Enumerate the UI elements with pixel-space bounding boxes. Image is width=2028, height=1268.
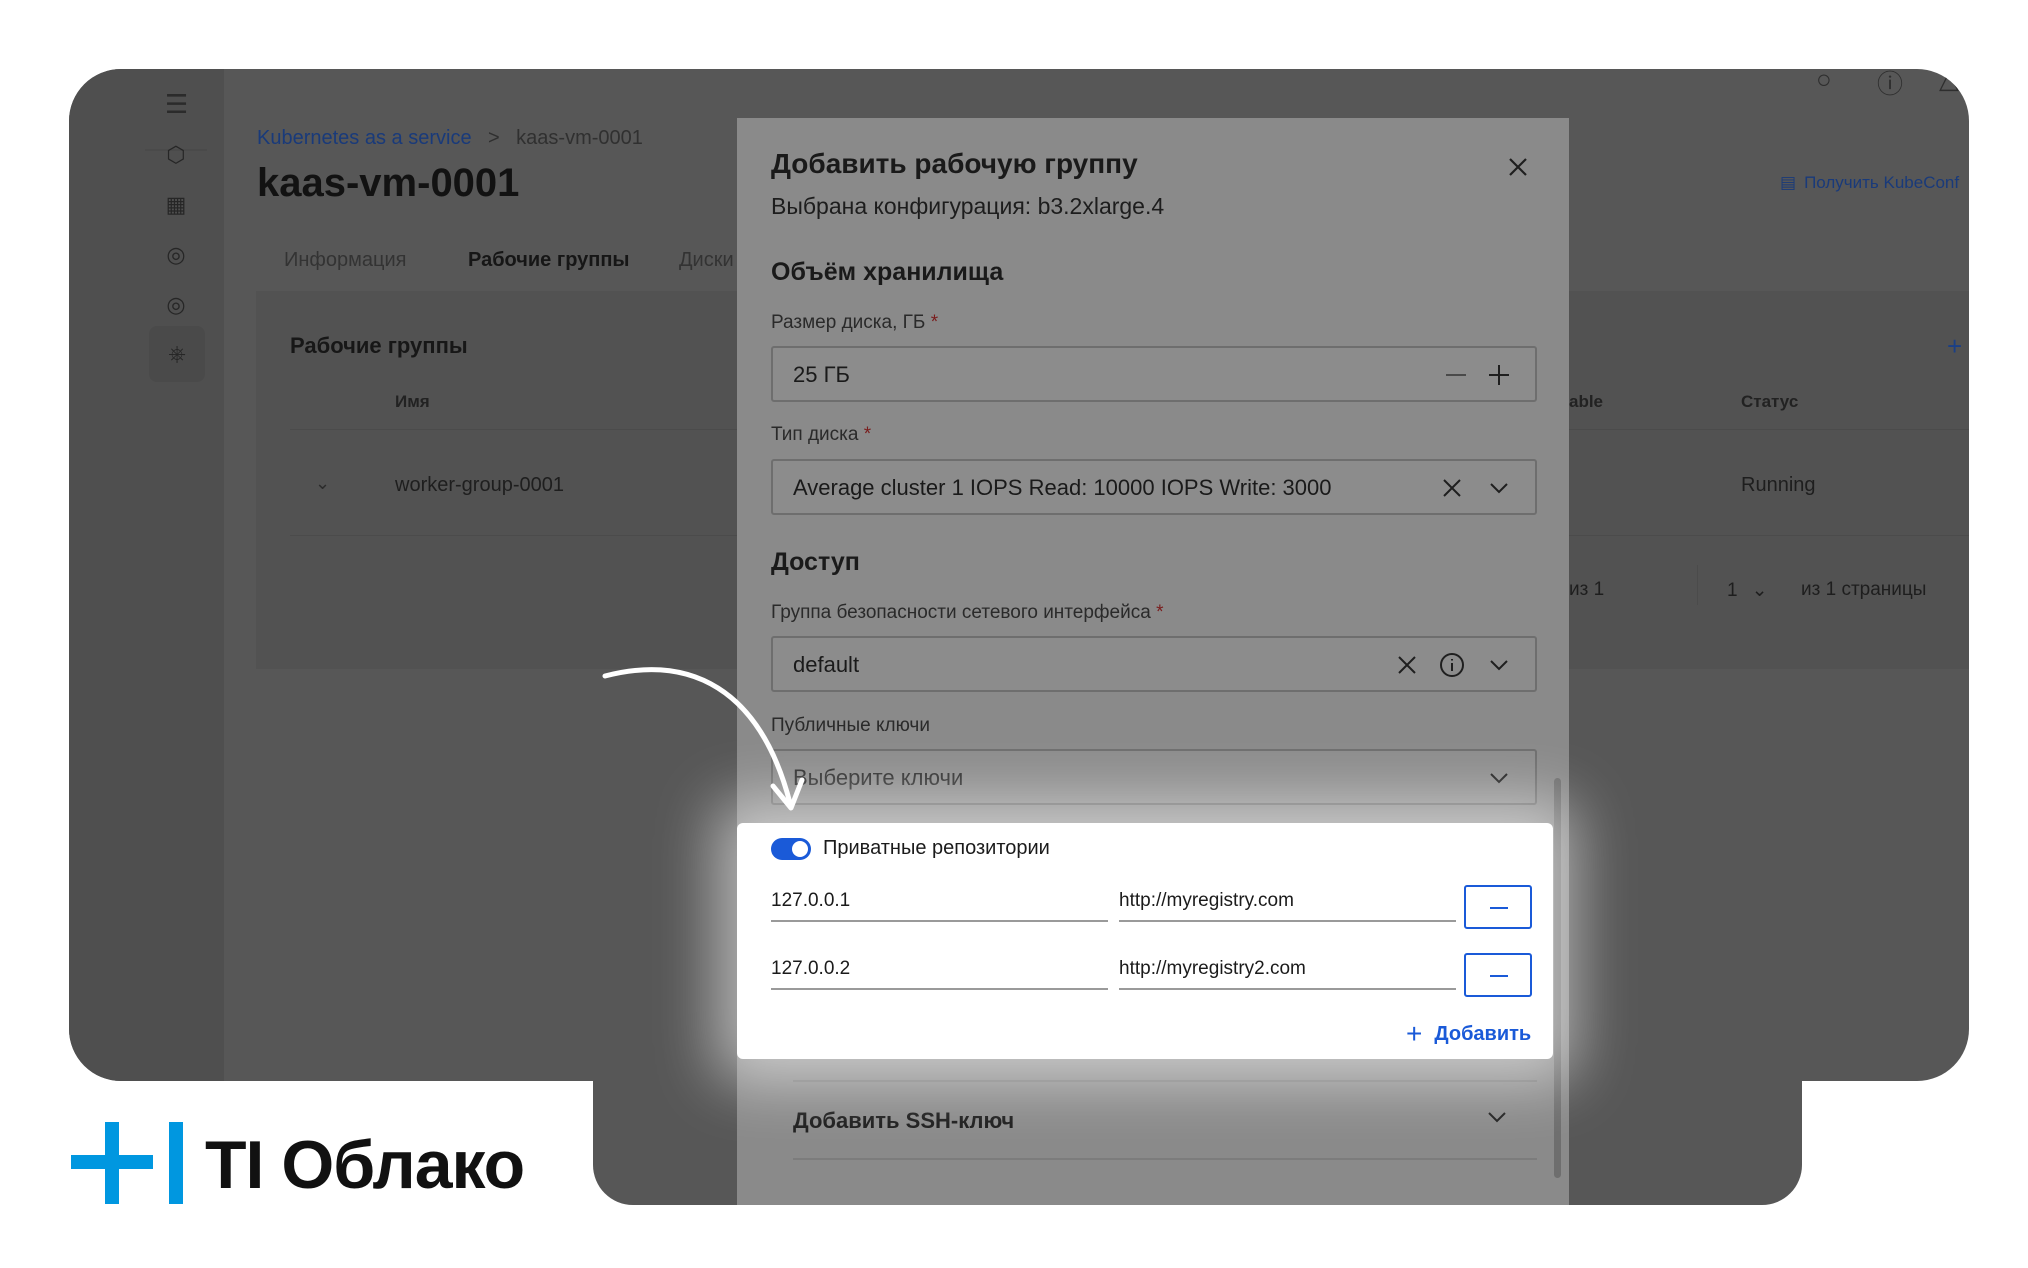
info-icon[interactable] [1437,650,1467,680]
divider [793,1158,1537,1160]
disk-size-value: 25 ГБ [793,362,850,387]
chevron-down-icon[interactable] [1484,763,1514,793]
notifications-icon[interactable]: △ [1939,69,1959,95]
settings-icon[interactable]: ◎ [163,292,189,318]
expand-row-icon[interactable]: ⌄ [315,473,330,494]
public-keys-select[interactable]: Выберите ключи [771,749,1537,805]
brand-logo-icon [71,1122,183,1204]
repo-url-input[interactable]: http://myregistry.com [1119,886,1456,922]
page-title: kaas-vm-0001 [257,161,520,205]
row-status: Running [1741,474,1816,496]
clear-icon[interactable] [1392,650,1422,680]
breadcrumb-current: kaas-vm-0001 [516,127,643,149]
row-name: worker-group-0001 [395,474,564,496]
column-status: Статус [1741,392,1799,411]
toggle-knob [792,841,808,857]
tab-disks[interactable]: Диски [679,249,734,272]
document-icon: ▤ [1780,173,1797,192]
chevron-down-icon[interactable] [1484,650,1514,680]
pagination-page-select[interactable]: 1 ⌄ [1727,579,1768,602]
search-icon[interactable]: ○ [1816,69,1832,95]
repo-ip-input[interactable]: 127.0.0.2 [771,954,1108,990]
network-icon[interactable]: ◎ [163,242,189,268]
add-workgroup-icon[interactable]: + [1947,331,1962,362]
disk-type-value: Average cluster 1 IOPS Read: 10000 IOPS … [793,475,1332,500]
close-icon[interactable] [1503,152,1533,182]
workgroups-title: Рабочие группы [290,333,468,358]
scrollbar[interactable] [1554,778,1561,1178]
remove-repo-button[interactable] [1464,953,1532,997]
column-name: Имя [395,392,430,411]
private-repos-card: Приватные репозитории 127.0.0.1 http://m… [737,823,1553,1059]
callout-arrow-icon [602,667,805,811]
pagination-page: 1 [1727,580,1738,601]
decrement-icon[interactable] [1441,360,1471,390]
private-repos-toggle[interactable] [771,838,811,860]
breadcrumb-root[interactable]: Kubernetes as a service [257,127,472,149]
kubernetes-icon[interactable]: ⎈ [149,326,205,382]
ssh-key-expander[interactable]: Добавить SSH-ключ [793,1108,1014,1134]
menu-icon[interactable]: ☰ [165,89,188,120]
divider [793,1080,1537,1082]
server-icon[interactable]: ▦ [163,192,189,218]
add-repo-label: Добавить [1434,1023,1532,1045]
chevron-down-icon[interactable] [1484,473,1514,503]
security-group-select[interactable]: default [771,636,1537,692]
breadcrumb-separator: > [488,127,500,149]
increment-icon[interactable] [1484,360,1514,390]
disk-type-label: Тип диска * [771,424,872,445]
column-scalable: able [1569,392,1604,411]
info-icon[interactable]: ⓘ [1877,69,1903,101]
get-kubeconfig-link[interactable]: ▤ Получить KubeConf [1780,173,1959,193]
pagination-of-pages: из 1 страницы [1801,579,1927,600]
kubeconfig-label: Получить KubeConf [1804,173,1960,192]
access-heading: Доступ [771,548,860,576]
tab-info[interactable]: Информация [284,249,406,272]
remove-repo-button[interactable] [1464,885,1532,929]
modal-subtitle: Выбрана конфигурация: b3.2xlarge.4 [771,193,1165,219]
brand-name: TI Облако [205,1127,525,1203]
app-sidebar: ☰ ⬡ ▦ ◎ ◎ ⎈ [69,69,224,1081]
chevron-down-icon[interactable] [1482,1102,1512,1132]
disk-size-stepper[interactable]: 25 ГБ [771,346,1537,402]
public-keys-placeholder: Выберите ключи [793,765,964,790]
breadcrumb: Kubernetes as a service > kaas-vm-0001 [257,127,643,150]
modal-title: Добавить рабочую группу [771,148,1138,179]
storage-heading: Объём хранилища [771,258,1004,286]
disk-size-label: Размер диска, ГБ * [771,312,939,333]
corner-card [1802,1081,2028,1268]
pagination-divider [1697,565,1698,605]
add-repo-button[interactable]: + Добавить [1406,1018,1532,1049]
screenshot-stage: ☰ ⬡ ▦ ◎ ◎ ⎈ ○ ⓘ △ Kubernetes as a servic… [0,0,2028,1268]
repo-ip-input[interactable]: 127.0.0.1 [771,886,1108,922]
repo-url-input[interactable]: http://myregistry2.com [1119,954,1456,990]
private-repos-label: Приватные репозитории [823,837,1050,859]
clear-icon[interactable] [1437,473,1467,503]
plus-icon: + [1406,1018,1423,1049]
security-group-label: Группа безопасности сетевого интерфейса … [771,602,1164,623]
disk-type-select[interactable]: Average cluster 1 IOPS Read: 10000 IOPS … [771,459,1537,515]
tab-workgroups[interactable]: Рабочие группы [468,249,630,272]
chevron-down-icon: ⌄ [1751,580,1768,601]
cube-icon[interactable]: ⬡ [163,142,189,168]
pagination-of-items: из 1 [1569,579,1605,600]
